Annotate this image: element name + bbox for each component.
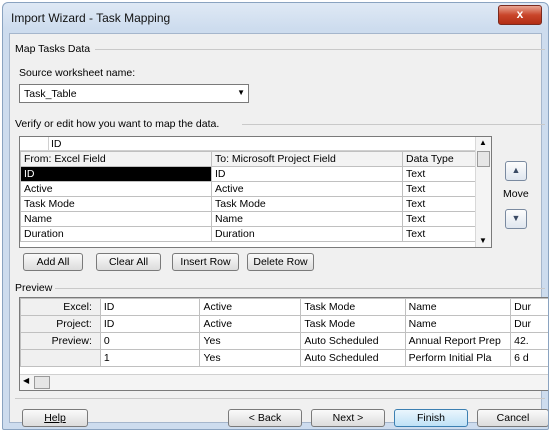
row-header: Excel:: [20, 298, 101, 316]
insert-row-button[interactable]: Insert Row: [172, 253, 239, 271]
source-worksheet-value: Task_Table: [24, 88, 77, 100]
preview-cell: 42.: [510, 332, 548, 350]
clear-all-button[interactable]: Clear All: [96, 253, 161, 271]
preview-grid: Excel: ID Active Task Mode Name Dur Proj…: [19, 297, 548, 391]
data-type-cell[interactable]: Text: [402, 166, 477, 182]
divider: [15, 398, 545, 399]
next-button[interactable]: Next >: [311, 409, 385, 427]
source-worksheet-select[interactable]: Task_Table ▼: [19, 84, 249, 103]
to-field-cell[interactable]: Name: [211, 211, 403, 227]
preview-cell: Annual Report Prep: [404, 332, 512, 350]
data-type-cell[interactable]: Text: [402, 181, 477, 197]
mapping-row[interactable]: Name Name Text: [20, 211, 477, 227]
preview-cell: Auto Scheduled: [300, 349, 406, 367]
from-field-cell[interactable]: Name: [20, 211, 212, 227]
dropdown-arrow-icon[interactable]: ▼: [237, 88, 245, 97]
from-field-cell[interactable]: Task Mode: [20, 196, 212, 212]
preview-cell: Name: [404, 298, 512, 316]
scroll-left-icon[interactable]: ◀: [23, 376, 29, 385]
cancel-button[interactable]: Cancel: [477, 409, 548, 427]
help-button[interactable]: Help: [22, 409, 88, 427]
arrow-down-icon: ▼: [511, 213, 521, 223]
mapping-edit-row[interactable]: ID: [20, 137, 475, 151]
preview-horizontal-scrollbar[interactable]: ◀: [20, 374, 548, 390]
mapping-row[interactable]: Active Active Text: [20, 181, 477, 197]
import-wizard-window: Import Wizard - Task Mapping x Map Tasks…: [2, 2, 549, 430]
divider: [95, 49, 545, 50]
verify-label: Verify or edit how you want to map the d…: [15, 118, 220, 130]
to-field-cell[interactable]: ID: [211, 166, 403, 182]
finish-button[interactable]: Finish: [394, 409, 468, 427]
data-type-cell[interactable]: Text: [402, 211, 477, 227]
scroll-thumb[interactable]: [34, 376, 50, 389]
column-header[interactable]: Data Type: [402, 151, 477, 167]
mapping-table: From: Excel Field To: Microsoft Project …: [20, 151, 477, 242]
scroll-thumb[interactable]: [477, 151, 490, 167]
mapping-header-row: From: Excel Field To: Microsoft Project …: [20, 151, 477, 167]
move-label: Move: [503, 188, 529, 200]
mapping-grid: ID From: Excel Field To: Microsoft Proje…: [19, 136, 492, 248]
scroll-up-icon[interactable]: ▲: [479, 138, 487, 147]
window-title: Import Wizard - Task Mapping: [11, 11, 171, 25]
preview-cell: Dur: [510, 315, 548, 333]
add-all-button[interactable]: Add All: [23, 253, 83, 271]
preview-cell: 0: [99, 332, 201, 350]
preview-cell: Yes: [199, 332, 302, 350]
to-field-cell[interactable]: Task Mode: [211, 196, 403, 212]
preview-cell: 6 d: [510, 349, 548, 367]
preview-cell: Active: [199, 298, 302, 316]
divider: [55, 288, 545, 289]
preview-cell: Task Mode: [300, 315, 406, 333]
move-down-button[interactable]: ▼: [505, 209, 527, 229]
preview-table: Excel: ID Active Task Mode Name Dur Proj…: [20, 298, 548, 367]
wizard-body: Map Tasks Data Source worksheet name: Ta…: [9, 33, 548, 427]
preview-cell: Auto Scheduled: [300, 332, 406, 350]
preview-cell: Perform Initial Pla: [404, 349, 512, 367]
preview-cell: Active: [199, 315, 302, 333]
mapping-vertical-scrollbar[interactable]: ▲ ▼: [475, 137, 491, 247]
delete-row-button[interactable]: Delete Row: [247, 253, 314, 271]
row-header: Project:: [20, 315, 101, 333]
help-button-label: Help: [44, 412, 66, 424]
section-title: Map Tasks Data: [15, 43, 91, 55]
from-field-cell[interactable]: Active: [20, 181, 212, 197]
from-field-cell[interactable]: ID: [20, 166, 212, 182]
column-header[interactable]: From: Excel Field: [20, 151, 212, 167]
mapping-row[interactable]: ID ID Text: [20, 166, 477, 182]
arrow-up-icon: ▲: [511, 165, 521, 175]
preview-data-row: 1 Yes Auto Scheduled Perform Initial Pla…: [20, 349, 548, 367]
to-field-cell[interactable]: Active: [211, 181, 403, 197]
preview-data-row: Preview: 0 Yes Auto Scheduled Annual Rep…: [20, 332, 548, 350]
from-field-cell[interactable]: Duration: [20, 226, 212, 242]
preview-cell: ID: [99, 315, 201, 333]
back-button[interactable]: < Back: [228, 409, 302, 427]
mapping-row[interactable]: Task Mode Task Mode Text: [20, 196, 477, 212]
move-up-button[interactable]: ▲: [505, 161, 527, 181]
mapping-row[interactable]: Duration Duration Text: [20, 226, 477, 242]
preview-cell: Name: [404, 315, 512, 333]
data-type-cell[interactable]: Text: [402, 226, 477, 242]
row-header: [20, 349, 101, 367]
preview-project-row: Project: ID Active Task Mode Name Dur: [20, 315, 548, 333]
row-selector: [20, 137, 49, 150]
close-icon[interactable]: x: [498, 5, 542, 25]
preview-excel-row: Excel: ID Active Task Mode Name Dur: [20, 298, 548, 316]
row-header: Preview:: [20, 332, 101, 350]
preview-cell: Dur: [510, 298, 548, 316]
mapping-edit-value[interactable]: ID: [51, 138, 62, 150]
preview-cell: ID: [99, 298, 201, 316]
preview-label: Preview: [15, 282, 53, 294]
title-bar: Import Wizard - Task Mapping x: [3, 3, 548, 33]
scroll-down-icon[interactable]: ▼: [479, 236, 487, 245]
source-worksheet-label: Source worksheet name:: [19, 67, 136, 79]
preview-cell: 1: [99, 349, 201, 367]
column-header[interactable]: To: Microsoft Project Field: [211, 151, 403, 167]
preview-cell: Yes: [199, 349, 302, 367]
to-field-cell[interactable]: Duration: [211, 226, 403, 242]
data-type-cell[interactable]: Text: [402, 196, 477, 212]
preview-cell: Task Mode: [300, 298, 406, 316]
divider: [242, 124, 545, 125]
